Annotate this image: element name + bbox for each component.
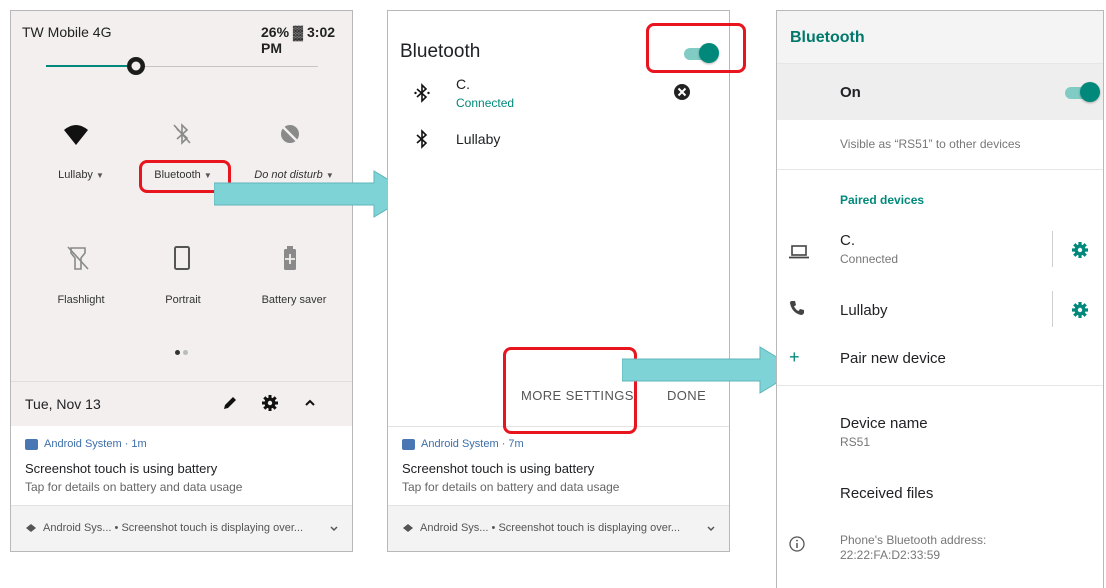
portrait-icon[interactable] xyxy=(169,245,195,271)
layers-icon xyxy=(403,524,413,532)
layers-icon xyxy=(26,524,36,532)
device-name-value: RS51 xyxy=(840,435,871,449)
received-files-item[interactable]: Received files xyxy=(840,485,933,502)
edit-icon[interactable] xyxy=(221,394,239,412)
page-dot xyxy=(183,350,188,355)
notification-text[interactable]: Tap for details on battery and data usag… xyxy=(25,480,242,494)
bluetooth-dialog-screenshot: Bluetooth C. Connected Lullaby MORE SETT… xyxy=(387,10,730,552)
battery-saver-icon[interactable] xyxy=(277,245,303,271)
battery-time-label: 26% ▓ 3:02 PM xyxy=(261,24,336,56)
bluetooth-address-label: Phone's Bluetooth address: xyxy=(840,533,987,547)
brightness-fill xyxy=(46,65,136,67)
on-label: On xyxy=(840,84,861,101)
android-system-icon xyxy=(402,439,415,450)
app-bar: Bluetooth xyxy=(777,11,1103,64)
device-name-label[interactable]: Device name xyxy=(840,415,928,432)
notification-title[interactable]: Screenshot touch is using battery xyxy=(25,461,217,476)
chevron-down-icon[interactable] xyxy=(706,524,716,534)
footer-text: Android Sys... • Screenshot touch is dis… xyxy=(43,522,304,534)
notification-title[interactable]: Screenshot touch is using battery xyxy=(402,461,594,476)
pair-new-device-item[interactable]: Pair new device xyxy=(840,350,946,367)
notification-app-label: Android System · 7m xyxy=(421,438,524,450)
android-system-icon xyxy=(25,439,38,450)
divider xyxy=(777,169,1103,170)
carrier-label: TW Mobile 4G xyxy=(22,24,112,40)
bluetooth-off-icon[interactable] xyxy=(169,121,195,147)
phone-icon xyxy=(790,301,804,315)
add-icon: + xyxy=(789,347,800,367)
info-icon xyxy=(789,536,805,552)
quick-settings-footer: Tue, Nov 13 xyxy=(11,381,352,426)
do-not-disturb-icon[interactable] xyxy=(277,121,303,147)
footer-text: Android Sys... • Screenshot touch is dis… xyxy=(420,522,681,534)
tile-label-battery-saver: Battery saver xyxy=(261,294,327,306)
highlight-toggle xyxy=(646,23,746,73)
chevron-down-icon[interactable] xyxy=(329,524,339,534)
notification-text[interactable]: Tap for details on battery and data usag… xyxy=(402,480,619,494)
notification-footer[interactable]: Android Sys... • Screenshot touch is dis… xyxy=(388,505,729,551)
tile-label-portrait: Portrait xyxy=(165,294,201,306)
notification-footer[interactable]: Android Sys... • Screenshot touch is dis… xyxy=(11,505,352,551)
date-label: Tue, Nov 13 xyxy=(25,396,101,412)
divider xyxy=(777,385,1103,386)
page-title: Bluetooth xyxy=(790,29,865,46)
laptop-icon xyxy=(789,245,809,259)
arrow-to-dialog-icon xyxy=(214,170,413,218)
paired-device-name[interactable]: C. xyxy=(840,232,855,249)
arrow-to-settings-icon xyxy=(622,346,799,394)
bluetooth-icon xyxy=(416,129,428,149)
divider xyxy=(1052,291,1053,327)
quick-settings-screenshot: TW Mobile 4G 26% ▓ 3:02 PM Lullaby ▼ Blu… xyxy=(10,10,353,552)
device-name[interactable]: C. xyxy=(456,76,470,92)
bluetooth-toggle[interactable] xyxy=(1065,82,1100,102)
paired-device-status: Connected xyxy=(840,252,899,266)
page-dot-active xyxy=(175,350,180,355)
dialog-title: Bluetooth xyxy=(400,41,481,62)
disconnect-icon[interactable] xyxy=(673,83,691,101)
bluetooth-connected-icon xyxy=(414,83,430,103)
device-settings-gear-icon[interactable] xyxy=(1071,301,1089,319)
tile-label-wifi: Lullaby ▼ xyxy=(58,169,104,181)
highlight-more-settings xyxy=(503,347,637,434)
bluetooth-on-row[interactable]: On xyxy=(777,64,1103,120)
device-name[interactable]: Lullaby xyxy=(456,131,500,147)
flashlight-off-icon[interactable] xyxy=(65,245,91,271)
gear-icon[interactable] xyxy=(261,394,279,412)
paired-devices-header: Paired devices xyxy=(840,193,925,207)
brightness-icon[interactable] xyxy=(125,55,147,77)
divider xyxy=(1052,231,1053,267)
tile-label-flashlight: Flashlight xyxy=(57,294,105,306)
device-status: Connected xyxy=(456,96,515,110)
notification-app-label: Android System · 1m xyxy=(44,438,147,450)
paired-device-name[interactable]: Lullaby xyxy=(840,302,888,319)
bluetooth-address-value: 22:22:FA:D2:33:59 xyxy=(840,548,941,562)
bluetooth-settings-screenshot: Bluetooth On Visible as “RS51” to other … xyxy=(776,10,1104,588)
wifi-icon[interactable] xyxy=(63,121,89,147)
device-settings-gear-icon[interactable] xyxy=(1071,241,1089,259)
visible-as-text: Visible as “RS51” to other devices xyxy=(840,137,1021,151)
chevron-up-icon[interactable] xyxy=(303,396,317,410)
